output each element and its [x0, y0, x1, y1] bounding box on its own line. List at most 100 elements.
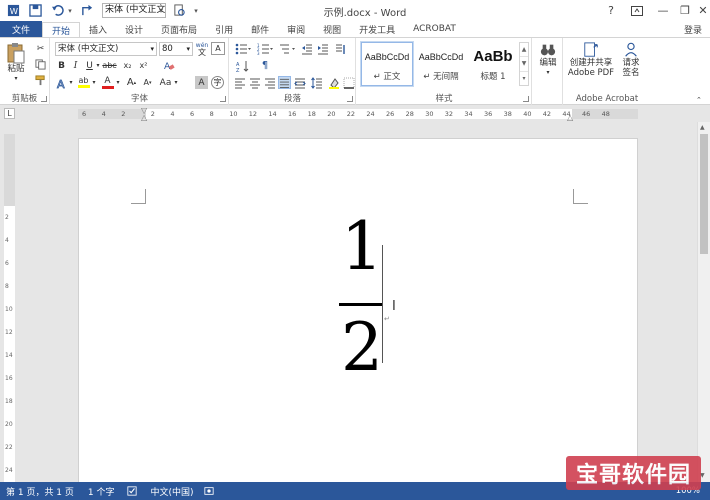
- font-quick-select[interactable]: 宋体 (中文正文): [102, 3, 166, 18]
- increase-indent-icon[interactable]: [316, 42, 329, 55]
- cut-icon[interactable]: ✂: [34, 42, 47, 55]
- proofing-icon[interactable]: [126, 486, 137, 496]
- vertical-ruler[interactable]: 2 4 6 8 10 12 14 16 18 20 22 24: [4, 134, 15, 486]
- font-launcher-icon[interactable]: [220, 96, 226, 102]
- bold-icon[interactable]: B: [55, 59, 68, 72]
- underline-dropdown-icon[interactable]: ▾: [95, 59, 101, 72]
- highlight-icon[interactable]: ab: [77, 76, 90, 89]
- line-spacing-icon[interactable]: [310, 76, 323, 89]
- sort-icon[interactable]: AZ: [233, 59, 253, 72]
- char-shading-icon[interactable]: A: [195, 76, 208, 89]
- format-painter-icon[interactable]: [34, 74, 47, 87]
- bullets-icon[interactable]: [233, 42, 253, 55]
- style-no-spacing-sample: AaBbCcDd: [418, 52, 464, 62]
- clipboard-launcher-icon[interactable]: [41, 96, 47, 102]
- change-case-dropdown-icon[interactable]: ▾: [173, 76, 179, 89]
- clear-formatting-icon[interactable]: A: [163, 59, 176, 72]
- font-color-dropdown-icon[interactable]: ▾: [115, 76, 121, 89]
- align-left-icon[interactable]: [233, 76, 246, 89]
- shading-icon[interactable]: [327, 76, 340, 89]
- fraction-numerator[interactable]: 1: [341, 214, 383, 280]
- scroll-thumb[interactable]: [700, 134, 708, 254]
- right-indent-icon[interactable]: △: [567, 113, 573, 122]
- tab-developer[interactable]: 开发工具: [350, 21, 404, 37]
- font-name-select[interactable]: 宋体 (中文正文) ▾: [55, 42, 157, 56]
- close-button[interactable]: ✕: [690, 0, 710, 21]
- tab-insert[interactable]: 插入: [80, 21, 116, 37]
- tab-selector[interactable]: L: [4, 108, 15, 119]
- style-normal[interactable]: AaBbCcDd ↵ 正文: [360, 41, 414, 87]
- request-signature-button[interactable]: 请求 签名: [616, 42, 646, 78]
- editing-button[interactable]: 编辑 ▾: [535, 42, 561, 78]
- justify-icon[interactable]: [278, 76, 291, 89]
- gallery-more-icon[interactable]: ▾: [520, 72, 528, 85]
- language-indicator[interactable]: 中文(中国): [151, 485, 194, 498]
- print-preview-icon[interactable]: [170, 2, 188, 20]
- tab-home[interactable]: 开始: [42, 22, 81, 38]
- style-no-spacing[interactable]: AaBbCcDd ↵ 无间隔: [415, 42, 467, 86]
- multilevel-list-icon[interactable]: [277, 42, 297, 55]
- macro-record-icon[interactable]: [203, 486, 214, 496]
- distributed-icon[interactable]: [293, 76, 306, 89]
- create-share-pdf-button[interactable]: 创建并共享 Adobe PDF: [566, 42, 616, 78]
- tab-mailings[interactable]: 邮件: [242, 21, 278, 37]
- superscript-icon[interactable]: x²: [137, 59, 150, 72]
- save-icon[interactable]: [26, 2, 44, 20]
- undo-icon[interactable]: [48, 2, 66, 20]
- tab-view[interactable]: 视图: [314, 21, 350, 37]
- help-button[interactable]: ?: [598, 0, 624, 21]
- borders-icon[interactable]: [342, 76, 355, 89]
- grow-font-icon[interactable]: A ▴: [125, 76, 138, 89]
- undo-dropdown-icon[interactable]: ▾: [66, 2, 74, 20]
- tab-design[interactable]: 设计: [116, 21, 152, 37]
- redo-icon[interactable]: [78, 2, 96, 20]
- align-center-icon[interactable]: [248, 76, 261, 89]
- align-right-icon[interactable]: [263, 76, 276, 89]
- scroll-up-icon[interactable]: ▲: [700, 124, 705, 131]
- horizontal-ruler[interactable]: 6 4 2 2 4 6 8 10 12 14 16 18 20 22 24 26 28 30 32 34 36 38 40 4…: [78, 106, 638, 122]
- paste-button[interactable]: 粘贴 ▾: [4, 42, 28, 84]
- highlight-dropdown-icon[interactable]: ▾: [91, 76, 97, 89]
- phonetic-guide-icon[interactable]: wén 文: [195, 41, 209, 57]
- word-app-icon[interactable]: W: [4, 2, 22, 20]
- numbering-icon[interactable]: 123: [255, 42, 275, 55]
- chinese-layout-icon[interactable]: [334, 42, 347, 55]
- document-page[interactable]: 1 2 ↵ I: [78, 138, 638, 488]
- paragraph-launcher-icon[interactable]: [347, 96, 353, 102]
- text-effects-dropdown-icon[interactable]: ▾: [68, 76, 74, 89]
- ribbon-display-button[interactable]: [624, 0, 650, 21]
- subscript-icon[interactable]: x₂: [121, 59, 134, 72]
- strikethrough-icon[interactable]: abc: [102, 59, 116, 72]
- tab-acrobat[interactable]: ACROBAT: [404, 21, 465, 37]
- shrink-font-icon[interactable]: A ▾: [141, 76, 154, 89]
- vertical-scrollbar[interactable]: ▲ ▼: [697, 122, 710, 482]
- left-indent-icon[interactable]: △: [141, 113, 147, 122]
- show-hide-marks-icon[interactable]: ¶: [255, 59, 275, 72]
- font-color-icon[interactable]: A: [101, 76, 114, 89]
- sign-in-link[interactable]: 登录: [684, 23, 702, 36]
- page-count[interactable]: 第 1 页，共 1 页: [6, 485, 74, 498]
- styles-launcher-icon[interactable]: [523, 96, 529, 102]
- gallery-down-icon[interactable]: ▼: [520, 57, 528, 72]
- tab-review[interactable]: 审阅: [278, 21, 314, 37]
- word-window: { "titlebar": { "doc_title": "示例.docx - …: [0, 0, 710, 500]
- ruler-tick-label: 2: [121, 110, 126, 118]
- word-count[interactable]: 1 个字: [88, 485, 115, 498]
- tab-file[interactable]: 文件: [0, 21, 42, 37]
- fraction-denominator[interactable]: 2: [341, 315, 383, 381]
- italic-icon[interactable]: I: [69, 59, 82, 72]
- char-border-icon[interactable]: A: [211, 42, 225, 55]
- copy-icon[interactable]: [34, 58, 47, 71]
- tab-references[interactable]: 引用: [206, 21, 242, 37]
- tab-page-layout[interactable]: 页面布局: [152, 21, 206, 37]
- text-effects-icon[interactable]: A: [55, 76, 68, 89]
- styles-gallery-scroll[interactable]: ▲ ▼ ▾: [519, 42, 529, 86]
- font-size-select[interactable]: 80 ▾: [159, 42, 193, 56]
- collapse-ribbon-icon[interactable]: ⌃: [696, 96, 702, 104]
- change-case-icon[interactable]: Aa: [159, 76, 172, 89]
- style-heading-1[interactable]: AaBb 标题 1: [467, 42, 519, 86]
- enclose-char-icon[interactable]: 字: [211, 76, 224, 89]
- gallery-up-icon[interactable]: ▲: [520, 43, 528, 58]
- customize-toolbar-icon[interactable]: ▾: [192, 2, 200, 20]
- decrease-indent-icon[interactable]: [300, 42, 313, 55]
